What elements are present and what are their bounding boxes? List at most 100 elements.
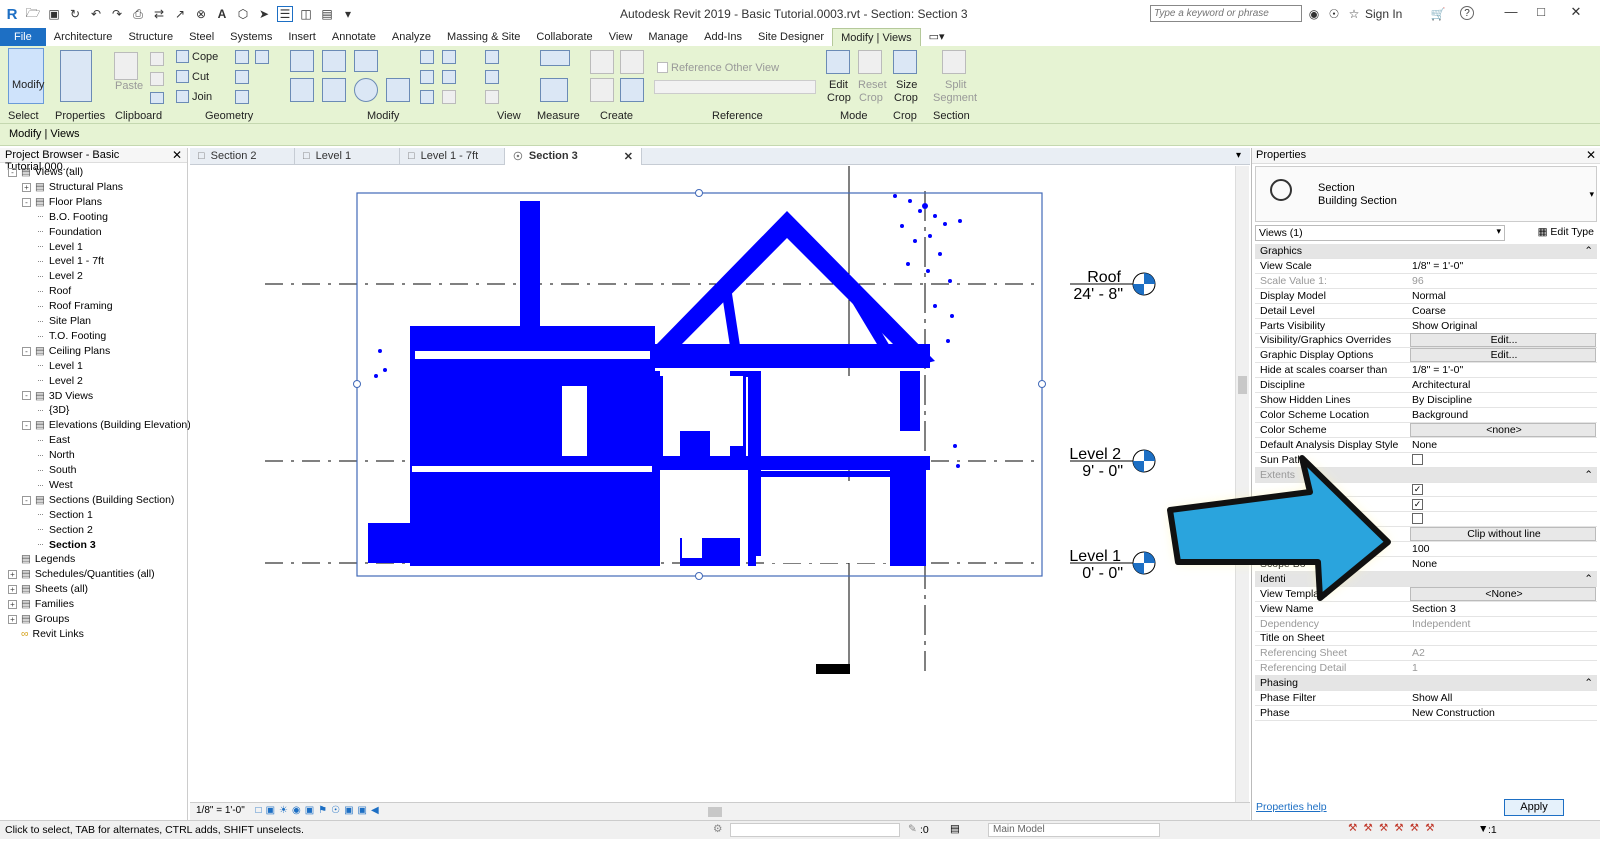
close-tab-icon[interactable]: ✕ <box>624 150 633 163</box>
3d-view-icon[interactable]: ⬡ <box>235 6 251 22</box>
browser-item[interactable]: Foundation <box>38 225 102 240</box>
size-crop-icon[interactable] <box>893 50 917 74</box>
property-checkbox[interactable]: ✓ <box>1410 483 1596 497</box>
view-tab[interactable]: ☉ Section 3 ✕ <box>505 148 642 165</box>
property-value[interactable]: By Discipline <box>1410 394 1596 408</box>
browser-item[interactable]: South <box>38 463 76 478</box>
selection-icons[interactable]: ⚒⚒⚒⚒⚒⚒ <box>1348 822 1440 834</box>
expand-icon[interactable]: + <box>8 584 17 594</box>
browser-item[interactable]: Site Plan <box>38 314 91 329</box>
modify-cursor-icon[interactable] <box>8 48 44 104</box>
collapse-group-icon[interactable]: ⌃ <box>1584 245 1593 257</box>
property-value[interactable]: Section 3 <box>1410 603 1596 617</box>
join-icon[interactable] <box>176 90 189 103</box>
trim-icon[interactable] <box>386 78 410 102</box>
ribbon-tab[interactable]: Architecture <box>46 28 121 46</box>
user-icon[interactable] <box>1350 6 1366 22</box>
browser-item[interactable]: + ▤ Sheets (all) <box>8 582 88 597</box>
property-value[interactable]: 96 <box>1410 275 1596 289</box>
view-tab[interactable]: □ Level 1 <box>295 148 400 165</box>
main-model-dropdown[interactable]: Main Model <box>988 823 1160 837</box>
collapse-group-icon[interactable]: ⌃ <box>1584 677 1593 689</box>
browser-item[interactable]: - ▤ Views (all) <box>8 165 83 180</box>
collapse-icon[interactable]: - <box>22 391 31 401</box>
match-type-icon[interactable] <box>150 92 164 104</box>
editable-only-icon[interactable]: ✎ <box>908 823 917 835</box>
property-value[interactable]: Background <box>1410 409 1596 423</box>
undo-icon[interactable]: ↶ <box>88 6 104 22</box>
size-crop-label-2[interactable]: Crop <box>894 92 918 104</box>
browser-item[interactable]: B.O. Footing <box>38 210 108 225</box>
expand-icon[interactable]: + <box>8 599 17 609</box>
property-value[interactable]: None <box>1410 558 1596 572</box>
close-hidden-icon[interactable]: ◫ <box>298 6 314 22</box>
sign-in-link[interactable]: Sign In <box>1365 7 1402 21</box>
align-icon[interactable] <box>290 50 314 72</box>
view-tab[interactable]: □ Level 1 - 7ft <box>400 148 505 165</box>
reference-other-view-checkbox[interactable] <box>657 62 668 73</box>
browser-item[interactable]: Section 3 <box>38 538 96 553</box>
close-window-button[interactable]: ✕ <box>1565 4 1587 22</box>
browser-item[interactable]: Roof Framing <box>38 299 113 314</box>
browser-item[interactable]: Level 1 - 7ft <box>38 254 104 269</box>
view-scale-control[interactable]: 1/8" = 1'-0" <box>196 805 245 816</box>
property-value[interactable]: Architectural <box>1410 379 1596 393</box>
browser-item[interactable]: ∞ Revit Links <box>8 627 84 642</box>
browser-item[interactable]: Section 1 <box>38 508 93 523</box>
array-icon[interactable] <box>420 70 434 84</box>
view-tab[interactable]: □ Section 2 <box>190 148 295 165</box>
ribbon-tab[interactable]: View <box>601 28 641 46</box>
design-options-icon[interactable]: ▤ <box>950 823 960 835</box>
communication-icon[interactable]: ☉ <box>1326 6 1342 22</box>
collapse-icon[interactable]: - <box>22 197 31 207</box>
copy-icon[interactable] <box>322 78 346 102</box>
browser-item[interactable]: West <box>38 478 73 493</box>
browser-item[interactable]: + ▤ Groups <box>8 612 69 627</box>
checkbox-icon[interactable] <box>1412 453 1423 465</box>
ribbon-tab[interactable]: Modify | Views <box>832 28 921 46</box>
properties-icon[interactable] <box>60 50 92 102</box>
close-browser-icon[interactable]: ✕ <box>172 148 182 162</box>
wall-join-icon[interactable] <box>235 50 249 64</box>
browser-item[interactable]: - ▤ Sections (Building Section) <box>22 493 174 508</box>
filter-icon[interactable]: ▼ <box>1478 823 1488 835</box>
checkbox-icon[interactable]: ✓ <box>1412 484 1423 496</box>
reference-dropdown[interactable] <box>654 80 816 94</box>
join-label[interactable]: Join <box>192 91 212 103</box>
property-value[interactable]: A2 <box>1410 647 1596 661</box>
create-group-icon[interactable] <box>590 50 614 74</box>
split-segment-icon[interactable] <box>942 50 966 74</box>
split-face-icon[interactable] <box>255 50 269 64</box>
expand-icon[interactable]: + <box>8 614 17 624</box>
collapse-group-icon[interactable]: ⌃ <box>1584 469 1593 481</box>
delete-icon[interactable] <box>442 90 456 104</box>
copy-clip-icon[interactable] <box>150 72 164 86</box>
browser-item[interactable]: Level 1 <box>38 359 83 374</box>
edit-type-button[interactable]: ▦ Edit Type <box>1508 225 1597 241</box>
property-button[interactable]: Edit... <box>1410 348 1596 363</box>
paste-icon[interactable] <box>114 52 138 80</box>
demolish-icon[interactable] <box>235 90 249 104</box>
property-checkbox[interactable] <box>1410 513 1596 527</box>
cart-icon[interactable]: 🛒 <box>1430 6 1446 22</box>
browser-item[interactable]: - ▤ Floor Plans <box>22 195 102 210</box>
property-button[interactable]: <none> <box>1410 422 1596 437</box>
browser-item[interactable]: {3D} <box>38 403 69 418</box>
hide-icon[interactable] <box>485 50 499 64</box>
browser-item[interactable]: Roof <box>38 284 71 299</box>
binoculars-icon[interactable]: ◉ <box>1306 6 1322 22</box>
browser-item[interactable]: Level 1 <box>38 240 83 255</box>
property-value[interactable]: Normal <box>1410 290 1596 304</box>
pin-icon[interactable] <box>442 50 456 64</box>
browser-item[interactable]: ▤ Legends <box>8 552 75 567</box>
minimize-button[interactable]: — <box>1500 4 1522 22</box>
dimension-tool-icon[interactable] <box>540 78 568 102</box>
select-panel-label[interactable]: Select <box>8 110 39 122</box>
edit-crop-label-2[interactable]: Crop <box>827 92 851 104</box>
edit-crop-label-1[interactable]: Edit <box>829 79 848 91</box>
property-value[interactable] <box>1410 632 1596 646</box>
ribbon-tab[interactable]: Analyze <box>384 28 439 46</box>
move-icon[interactable] <box>290 78 314 102</box>
property-value[interactable]: 100 <box>1410 543 1596 557</box>
property-value[interactable]: Independent <box>1410 618 1596 632</box>
